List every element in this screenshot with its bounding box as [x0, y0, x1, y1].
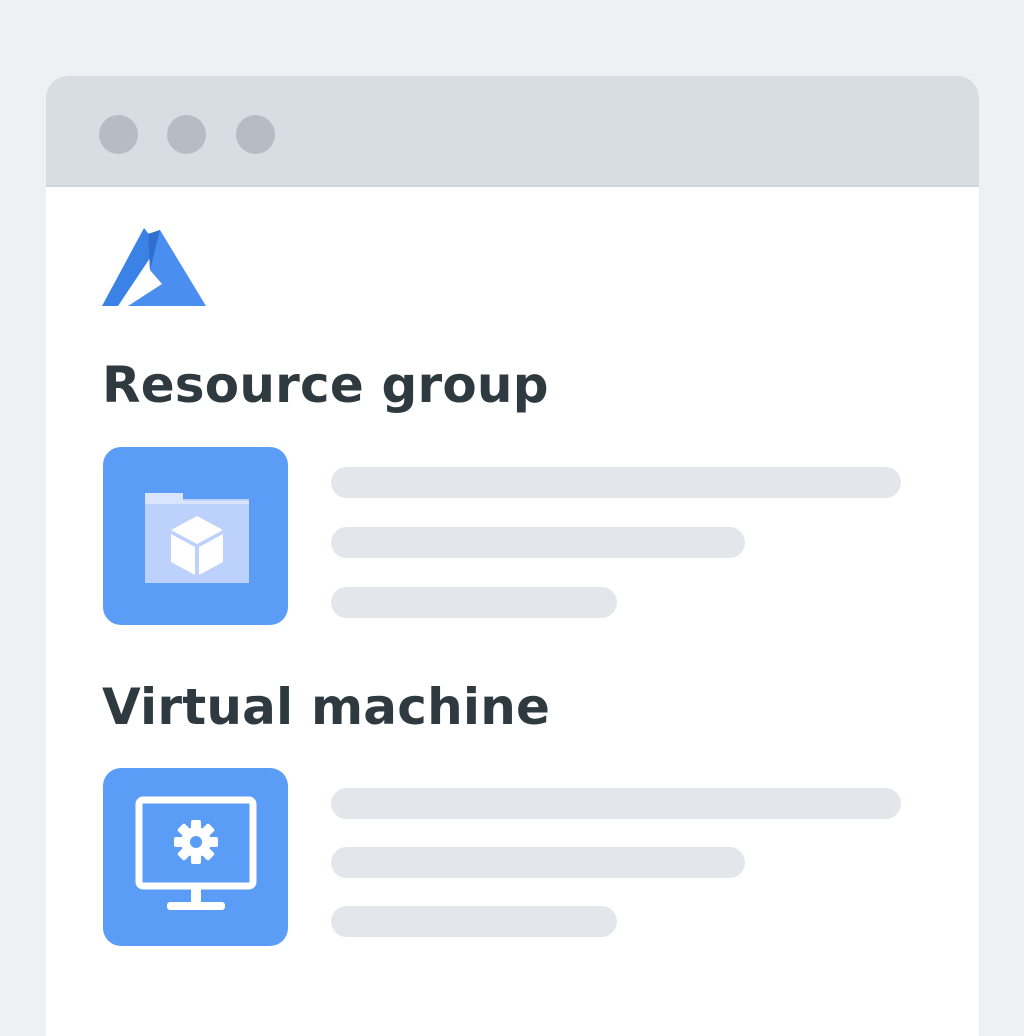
azure-logo-icon: [102, 228, 206, 306]
placeholder-line-6: [331, 906, 617, 937]
window-close-dot[interactable]: [99, 115, 138, 154]
resource-group-tile[interactable]: [103, 447, 288, 625]
section-heading-virtual-machine: Virtual machine: [102, 678, 551, 736]
window-minimize-dot[interactable]: [167, 115, 206, 154]
window-maximize-dot[interactable]: [236, 115, 275, 154]
virtual-machine-icon: [135, 796, 257, 910]
window-titlebar: [46, 76, 979, 187]
placeholder-line-1: [331, 467, 901, 498]
section-heading-resource-group: Resource group: [102, 356, 549, 414]
virtual-machine-tile[interactable]: [103, 768, 288, 946]
browser-window: Resource group Virtual machine: [46, 76, 979, 1036]
placeholder-line-2: [331, 527, 745, 558]
placeholder-line-3: [331, 587, 617, 618]
placeholder-line-5: [331, 847, 745, 878]
placeholder-line-4: [331, 788, 901, 819]
resource-group-icon: [145, 493, 249, 583]
